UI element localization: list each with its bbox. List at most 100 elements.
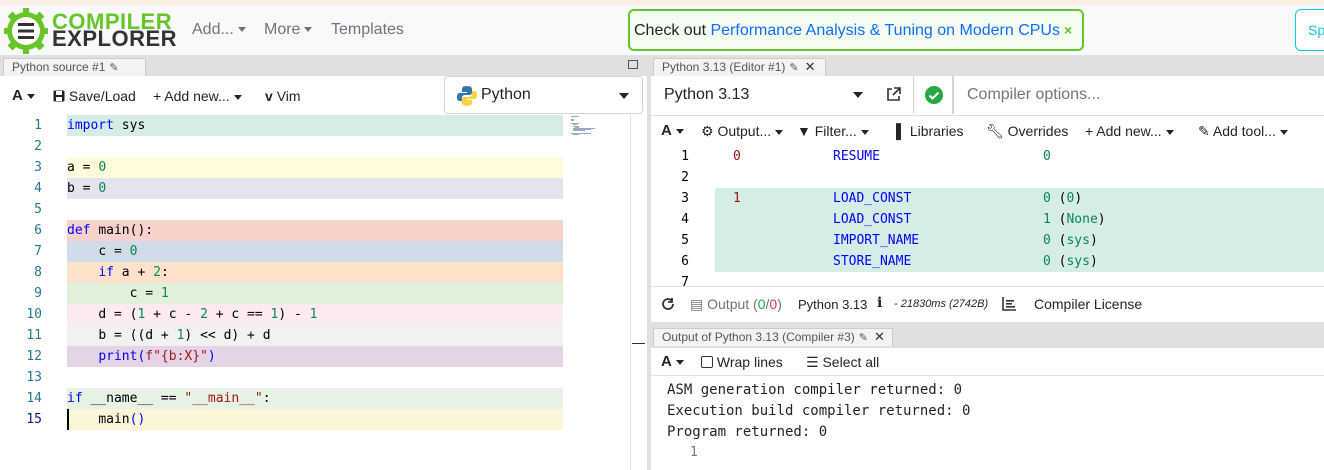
source-line[interactable]: 3 a = 0 — [0, 157, 563, 178]
source-line[interactable]: 11 b = ((d + 1) << d) + d — [0, 325, 563, 346]
code-minimap[interactable] — [570, 116, 630, 146]
source-tab[interactable]: Python source #1 ✎ — [3, 58, 146, 76]
text-cursor — [67, 409, 69, 430]
asm-line-number: 1 — [681, 149, 689, 164]
floppy-disk-icon — [53, 90, 65, 102]
chevron-down-icon — [1279, 129, 1288, 135]
maximize-icon[interactable] — [628, 60, 638, 69]
gear-icon: ⚙ — [701, 123, 714, 139]
promo-link[interactable]: Performance Analysis & Tuning on Modern … — [710, 22, 1060, 39]
refresh-icon[interactable] — [661, 297, 675, 311]
asm-argument: 0 (0) — [1043, 191, 1083, 206]
program-output[interactable]: ASM generation compiler returned: 0 Execu… — [667, 380, 970, 443]
output-line: Execution build compiler returned: 0 — [667, 403, 971, 419]
line-number: 7 — [34, 244, 42, 259]
more-menu[interactable]: More — [264, 21, 313, 39]
source-line[interactable]: 14 if __name__ == "__main__": — [0, 388, 563, 409]
source-line[interactable]: 5 — [0, 199, 563, 220]
output-paren-close: ) — [777, 296, 782, 312]
source-line[interactable]: 13 — [0, 367, 563, 388]
asm-line[interactable]: 4 LOAD_CONST 1 (None) — [651, 209, 1324, 230]
font-size-dropdown[interactable]: A — [661, 353, 684, 370]
output-count-button[interactable]: ▤ Output (0/0) — [690, 296, 782, 313]
asm-opcode: LOAD_CONST — [833, 191, 912, 206]
font-size-dropdown[interactable]: A — [661, 122, 684, 139]
add-menu[interactable]: Add... — [192, 21, 246, 39]
overrides-button[interactable]: 🔧︎ Overrides — [986, 123, 1068, 140]
wrap-lines-toggle[interactable]: Wrap lines — [701, 354, 783, 370]
add-tool-label: Add tool... — [1212, 123, 1276, 139]
compile-status — [913, 76, 953, 114]
libraries-button[interactable]: ▌ Libraries — [896, 123, 964, 139]
sponsors-button[interactable]: Sp — [1295, 9, 1324, 51]
chevron-down-icon — [304, 27, 313, 33]
checkbox-icon[interactable] — [701, 356, 713, 368]
tool-icon: ✎ — [1198, 123, 1210, 139]
promo-close-icon[interactable]: × — [1064, 22, 1072, 38]
info-icon[interactable]: i — [877, 295, 882, 311]
templates-link[interactable]: Templates — [331, 21, 404, 39]
pencil-icon[interactable]: ✎ — [859, 332, 868, 344]
add-tool-dropdown[interactable]: ✎ Add tool... — [1198, 123, 1288, 140]
asm-argument: 0 (sys) — [1043, 233, 1098, 248]
pencil-icon[interactable]: ✎ — [109, 62, 118, 74]
code-text: if a + 2: — [98, 265, 169, 280]
line-number: 5 — [34, 202, 42, 217]
chevron-down-icon — [675, 359, 684, 365]
asm-line[interactable]: 5 IMPORT_NAME 0 (sys) — [651, 230, 1324, 251]
source-line[interactable]: 8 if a + 2: — [0, 262, 563, 283]
source-line[interactable]: 15 main() — [0, 409, 563, 430]
compiler-tab-strip: Python 3.13 (Editor #1) ✎ ✕ — [651, 56, 1324, 76]
add-menu-label: Add... — [192, 21, 234, 38]
output-dropdown[interactable]: ⚙ Output... — [701, 123, 784, 140]
code-text: d = (1 + c - 2 + c == 1) - 1 — [98, 307, 318, 322]
compiler-select[interactable]: Python 3.13 — [654, 76, 868, 114]
asm-line[interactable]: 6 STORE_NAME 0 (sys) — [651, 251, 1324, 272]
output-toolbar: A Wrap lines ☰ Select all — [651, 348, 1324, 376]
asm-line[interactable]: 1 0 RESUME 0 — [651, 146, 1324, 167]
external-link-icon[interactable] — [886, 87, 901, 102]
source-line[interactable]: 7 c = 0 — [0, 241, 563, 262]
pencil-icon[interactable]: ✎ — [789, 62, 798, 74]
code-text: a = 0 — [67, 160, 107, 175]
bar-chart-icon[interactable] — [1002, 297, 1016, 311]
compiler-tab[interactable]: Python 3.13 (Editor #1) ✎ ✕ — [653, 58, 826, 76]
output-tab-strip: Output of Python 3.13 (Compiler #3) ✎ ✕ — [651, 322, 1324, 348]
output-ok-count: 0 — [757, 296, 766, 312]
source-line[interactable]: 12 print(f"{b:X}") — [0, 346, 563, 367]
language-select[interactable]: Python — [444, 76, 643, 114]
vim-toggle[interactable]: v Vim — [265, 88, 301, 104]
source-line[interactable]: 1 import sys — [0, 115, 563, 136]
line-number: 14 — [26, 391, 42, 406]
line-number: 2 — [34, 139, 42, 154]
save-load-button[interactable]: Save/Load — [53, 88, 136, 104]
save-load-label: Save/Load — [68, 88, 136, 104]
source-line[interactable]: 4 b = 0 — [0, 178, 563, 199]
asm-line[interactable]: 3 1 LOAD_CONST 0 (0) — [651, 188, 1324, 209]
filter-dropdown[interactable]: ▼ Filter... — [797, 123, 869, 139]
compiler-options-input[interactable] — [953, 76, 1324, 114]
chevron-down-icon — [237, 27, 246, 33]
output-tab[interactable]: Output of Python 3.13 (Compiler #3) ✎ ✕ — [653, 328, 893, 346]
font-size-dropdown[interactable]: A — [12, 87, 35, 104]
wrench-icon: 🔧︎ — [986, 123, 1004, 139]
source-line[interactable]: 2 — [0, 136, 563, 157]
splitter-handle[interactable] — [632, 343, 645, 344]
close-icon[interactable]: ✕ — [805, 59, 816, 74]
editor-scrollbar[interactable] — [630, 115, 631, 470]
select-all-label: Select all — [822, 354, 880, 370]
compiler-license-link[interactable]: Compiler License — [1034, 296, 1142, 312]
source-line[interactable]: 9 c = 1 — [0, 283, 563, 304]
line-number: 13 — [26, 370, 42, 385]
promo-banner: Check out Performance Analysis & Tuning … — [628, 9, 1084, 51]
add-new-dropdown[interactable]: + Add new... — [1085, 123, 1174, 139]
source-line[interactable]: 10 d = (1 + c - 2 + c == 1) - 1 — [0, 304, 563, 325]
compiler-explorer-logo-icon[interactable] — [4, 8, 48, 54]
add-new-dropdown[interactable]: + Add new... — [153, 88, 242, 104]
line-highlight — [67, 241, 563, 262]
asm-line[interactable]: 2 — [651, 167, 1324, 188]
select-all-button[interactable]: ☰ Select all — [806, 354, 879, 371]
source-line[interactable]: 6 def main(): — [0, 220, 563, 241]
asm-opcode: IMPORT_NAME — [833, 233, 920, 248]
close-icon[interactable]: ✕ — [874, 329, 885, 344]
